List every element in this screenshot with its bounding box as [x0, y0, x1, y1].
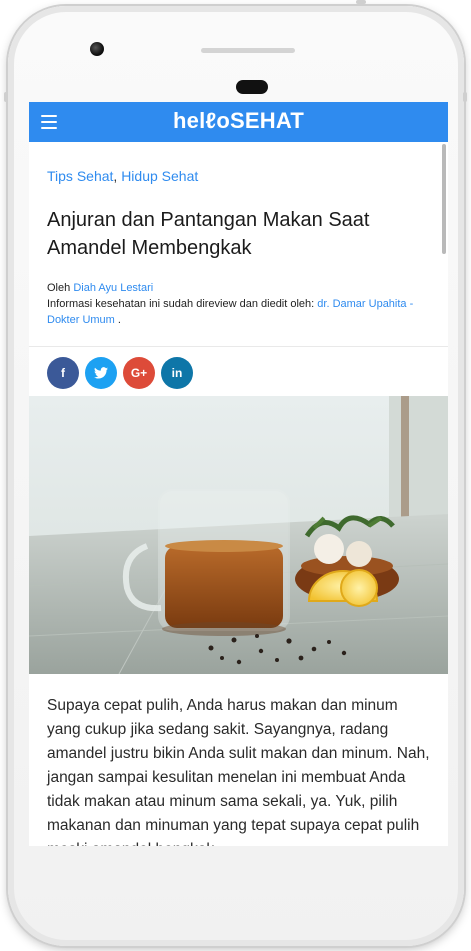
facebook-icon: f: [61, 366, 65, 380]
author-link[interactable]: Diah Ayu Lestari: [73, 282, 153, 294]
article-hero-image: [29, 396, 448, 674]
phone-side-button-right: [463, 92, 467, 102]
byline-prefix: Oleh: [47, 282, 71, 294]
proximity-sensor: [236, 80, 268, 94]
linkedin-share-button[interactable]: in: [161, 357, 193, 389]
article-title: Anjuran dan Pantangan Makan Saat Amandel…: [47, 209, 370, 259]
review-suffix: .: [117, 314, 121, 326]
category-link-tips-sehat[interactable]: Tips Sehat: [47, 168, 113, 184]
googleplus-icon: G+: [130, 366, 148, 380]
phone-side-button-left: [4, 92, 8, 102]
category-link-hidup-sehat[interactable]: Hidup Sehat: [121, 168, 198, 184]
front-camera-icon: [90, 42, 104, 56]
article-byline: Oleh Diah Ayu Lestari Informasi kesehata…: [47, 280, 439, 328]
facebook-share-button[interactable]: f: [47, 357, 79, 389]
earpiece-speaker: [201, 48, 295, 53]
top-navigation-bar: helℓoSEHAT: [29, 102, 448, 142]
twitter-share-button[interactable]: [85, 357, 117, 389]
share-buttons: f G+ in: [47, 357, 193, 389]
linkedin-icon: in: [171, 366, 183, 380]
browser-screen: helℓoSEHAT Tips Sehat, Hidup Sehat Anjur…: [29, 102, 448, 846]
page-scrollbar[interactable]: [442, 144, 446, 254]
section-divider: [29, 346, 448, 347]
twitter-icon: [94, 367, 108, 379]
googleplus-share-button[interactable]: G+: [123, 357, 155, 389]
site-logo[interactable]: helℓoSEHAT: [29, 108, 448, 134]
category-separator: ,: [113, 168, 118, 184]
article-body-paragraph: Supaya cepat pulih, Anda harus makan dan…: [47, 697, 430, 846]
category-breadcrumb: Tips Sehat, Hidup Sehat: [47, 168, 198, 184]
phone-top-button: [356, 0, 366, 4]
review-statement: Informasi kesehatan ini sudah direview d…: [47, 298, 315, 310]
